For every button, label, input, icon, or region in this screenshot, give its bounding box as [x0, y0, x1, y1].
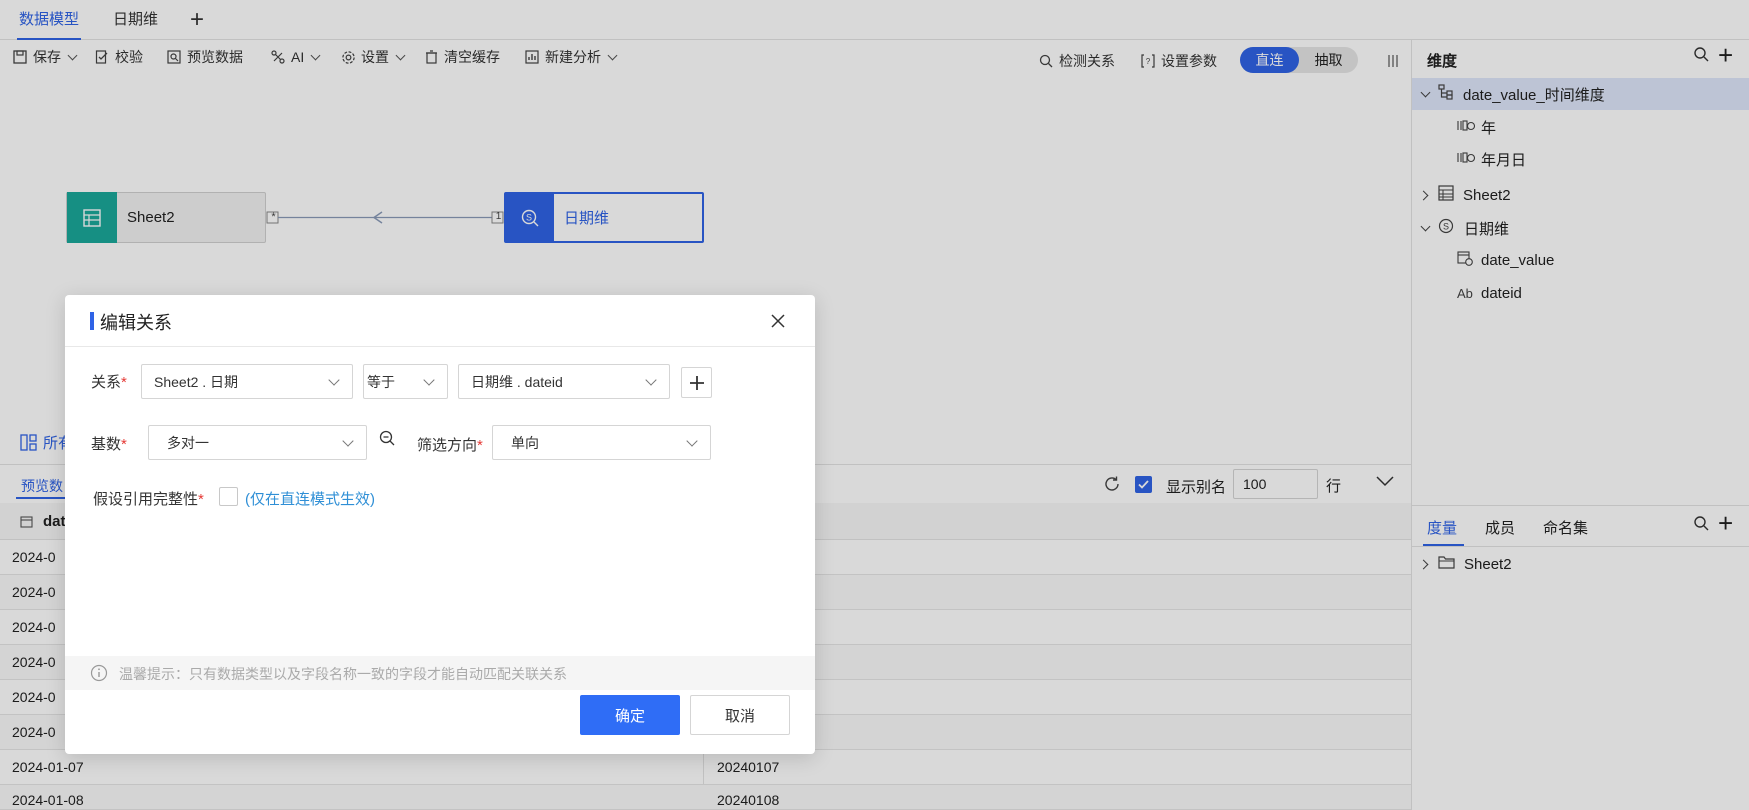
filter-direction-label: 筛选方向*	[417, 434, 483, 455]
integrity-label-text: 假设引用完整性	[93, 491, 199, 508]
close-icon[interactable]	[770, 313, 786, 329]
tip-bar: 温馨提示：只有数据类型以及字段名称一致的字段才能自动匹配关联关系	[65, 656, 815, 690]
required-mark: *	[121, 436, 127, 453]
zoom-out-icon[interactable]	[379, 430, 395, 446]
integrity-label: 假设引用完整性*	[93, 488, 204, 509]
cancel-button[interactable]: 取消	[690, 695, 790, 735]
chevron-down-icon	[328, 374, 340, 386]
relation-right-value: 日期维 . dateid	[471, 373, 563, 390]
dialog-header: 编辑关系	[65, 295, 815, 347]
required-mark: *	[198, 491, 204, 508]
chevron-down-icon	[342, 435, 354, 447]
cardinality-label: 基数*	[91, 433, 127, 454]
edit-relation-dialog: 编辑关系 关系* Sheet2 . 日期 等于 日期维 . dateid 基数*…	[65, 295, 815, 754]
required-mark: *	[477, 437, 483, 454]
filter-direction-value: 单向	[511, 434, 539, 451]
relation-label: 关系*	[91, 371, 127, 392]
cardinality-label-text: 基数	[91, 436, 122, 453]
required-mark: *	[121, 374, 127, 391]
relation-operator-select[interactable]: 等于	[363, 364, 448, 399]
add-relation-button[interactable]	[681, 367, 712, 398]
relation-label-text: 关系	[91, 374, 122, 391]
info-icon	[90, 664, 108, 682]
tip-text: 温馨提示：只有数据类型以及字段名称一致的字段才能自动匹配关联关系	[119, 666, 567, 682]
confirm-button[interactable]: 确定	[580, 695, 680, 735]
filter-direction-label-text: 筛选方向	[417, 437, 478, 454]
cardinality-value: 多对一	[167, 434, 209, 451]
integrity-checkbox[interactable]	[219, 487, 238, 506]
chevron-down-icon	[423, 374, 435, 386]
plus-icon	[689, 375, 704, 390]
filter-direction-select[interactable]: 单向	[492, 425, 711, 460]
relation-left-select[interactable]: Sheet2 . 日期	[141, 364, 353, 399]
relation-left-value: Sheet2 . 日期	[154, 373, 239, 390]
dialog-title: 编辑关系	[100, 313, 172, 333]
chevron-down-icon	[686, 435, 698, 447]
cardinality-select[interactable]: 多对一	[148, 425, 367, 460]
chevron-down-icon	[645, 374, 657, 386]
relation-right-select[interactable]: 日期维 . dateid	[458, 364, 670, 399]
title-accent	[90, 312, 94, 330]
integrity-note: (仅在直连模式生效)	[245, 491, 375, 508]
relation-operator-value: 等于	[367, 373, 395, 390]
